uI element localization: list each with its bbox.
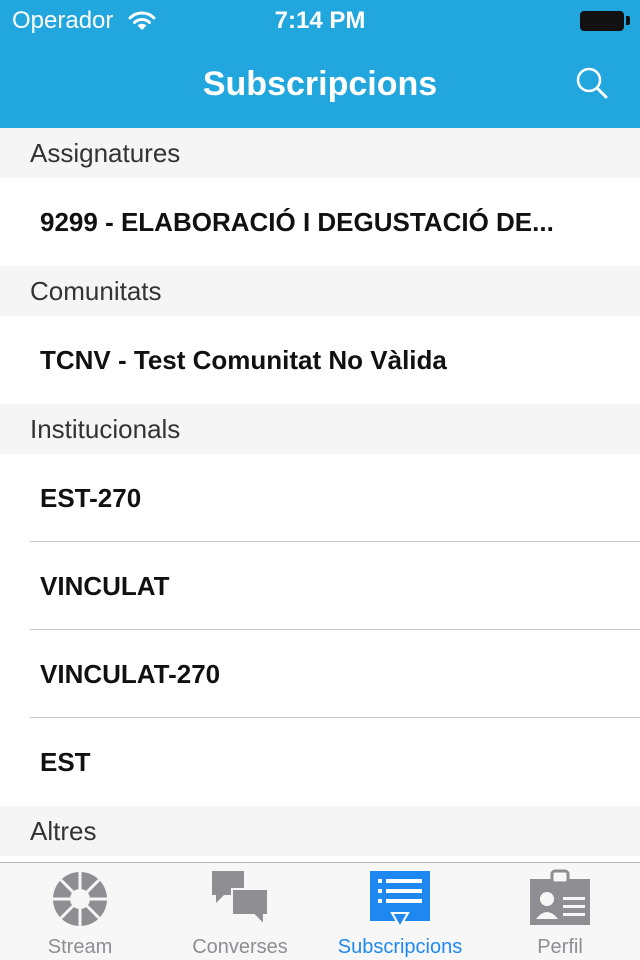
tab-bar: Stream Converses Subscripcions Perfil xyxy=(0,862,640,960)
tab-converses[interactable]: Converses xyxy=(160,863,320,960)
battery-icon xyxy=(580,11,624,31)
tab-label: Stream xyxy=(47,936,113,958)
list-item[interactable]: EST xyxy=(0,718,640,806)
list-item[interactable]: VINCULAT xyxy=(0,542,640,630)
list-item[interactable]: TCNV - Test Comunitat No Vàlida xyxy=(0,316,640,404)
tab-label: Converses xyxy=(192,936,288,958)
subscriptions-list[interactable]: Assignatures 9299 - ELABORACIÓ I DEGUSTA… xyxy=(0,128,640,862)
tab-subscripcions[interactable]: Subscripcions xyxy=(320,863,480,960)
header: Operador 7:14 PM Subscripcions xyxy=(0,0,640,128)
tab-stream[interactable]: Stream xyxy=(0,863,160,960)
list-item[interactable]: EST-270 xyxy=(0,454,640,542)
search-icon xyxy=(576,67,608,99)
section-header-comunitats: Comunitats xyxy=(0,266,640,316)
conversations-icon xyxy=(212,871,269,928)
subscriptions-icon xyxy=(370,871,430,929)
search-button[interactable] xyxy=(572,64,612,104)
tab-label: Subscripcions xyxy=(337,936,463,958)
tab-perfil[interactable]: Perfil xyxy=(480,863,640,960)
status-bar: Operador 7:14 PM xyxy=(0,0,640,40)
profile-icon xyxy=(530,869,590,925)
list-item[interactable]: VINCULAT-270 xyxy=(0,630,640,718)
section-header-altres: Altres xyxy=(0,806,640,856)
section-header-institucionals: Institucionals xyxy=(0,404,640,454)
list-item[interactable]: 9299 - ELABORACIÓ I DEGUSTACIÓ DE... xyxy=(0,178,640,266)
section-header-assignatures: Assignatures xyxy=(0,128,640,178)
stream-icon xyxy=(53,872,107,926)
battery-nub xyxy=(626,16,630,25)
status-time: 7:14 PM xyxy=(274,7,366,34)
tab-label: Perfil xyxy=(537,936,583,958)
page-title: Subscripcions xyxy=(202,65,438,103)
